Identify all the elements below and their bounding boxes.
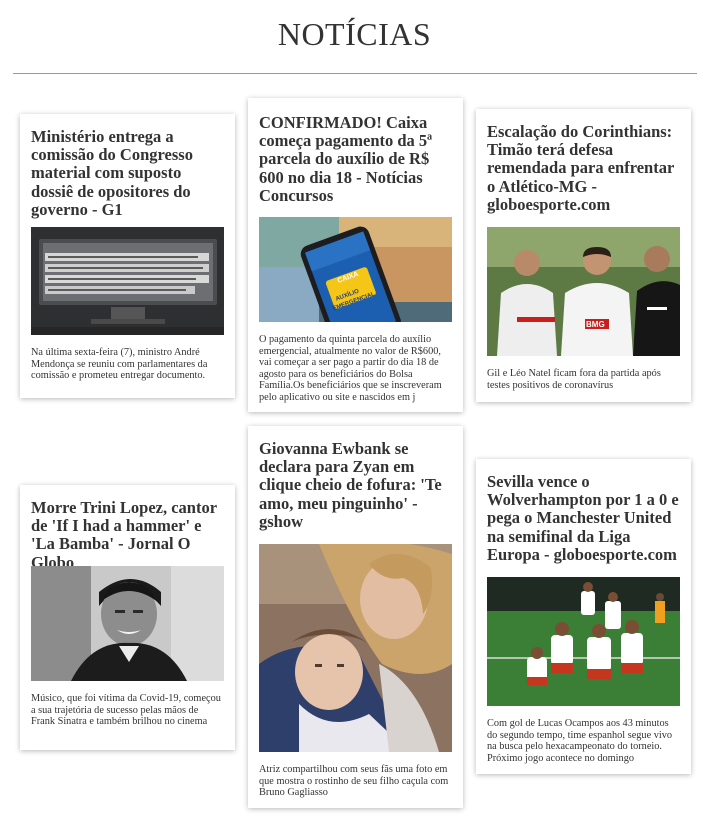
card-title[interactable]: Morre Trini Lopez, cantor de 'If I had a… [31,498,224,571]
card-title[interactable]: CONFIRMADO! Caixa começa pagamento da 5ª… [259,113,452,204]
card-title[interactable]: Giovanna Ewbank se declara para Zyan em … [259,439,452,530]
news-card-2[interactable]: CONFIRMADO! Caixa começa pagamento da 5ª… [248,98,463,412]
title-divider [13,73,697,74]
card-description: Atriz compartilhou com seus fãs uma foto… [259,764,449,799]
card-description: Músico, que foi vítima da Covid-19, come… [31,693,221,728]
card-description: O pagamento da quinta parcela do auxílio… [259,334,442,403]
card-title[interactable]: Escalação do Corinthians: Timão terá def… [487,122,680,213]
news-card-3[interactable]: Escalação do Corinthians: Timão terá def… [476,109,691,402]
card-description: Na última sexta-feira (7), ministro Andr… [31,347,208,382]
card-image-dossie[interactable] [31,227,224,335]
card-title[interactable]: Sevilla vence o Wolverhampton por 1 a 0 … [487,472,680,563]
card-description: Gil e Léo Natel ficam fora da partida ap… [487,368,661,391]
card-title[interactable]: Ministério entrega a comissão do Congres… [31,127,224,218]
card-image-sevilla[interactable] [487,577,680,706]
card-image-corinthians[interactable]: BMG [487,227,680,356]
card-image-auxilio[interactable]: CAIXA AUXÍLIO EMERGENCIAL [259,217,452,322]
card-description: Com gol de Lucas Ocampos aos 43 minutos … [487,718,673,764]
image-sponsor: BMG [586,320,605,329]
page-title: NOTÍCIAS [277,16,432,52]
card-image-trini-lopez[interactable] [31,566,224,681]
card-image-ewbank[interactable] [259,544,452,752]
news-card-4[interactable]: Morre Trini Lopez, cantor de 'If I had a… [20,485,235,750]
news-card-5[interactable]: Giovanna Ewbank se declara para Zyan em … [248,426,463,808]
news-card-6[interactable]: Sevilla vence o Wolverhampton por 1 a 0 … [476,459,691,774]
news-card-1[interactable]: Ministério entrega a comissão do Congres… [20,114,235,398]
